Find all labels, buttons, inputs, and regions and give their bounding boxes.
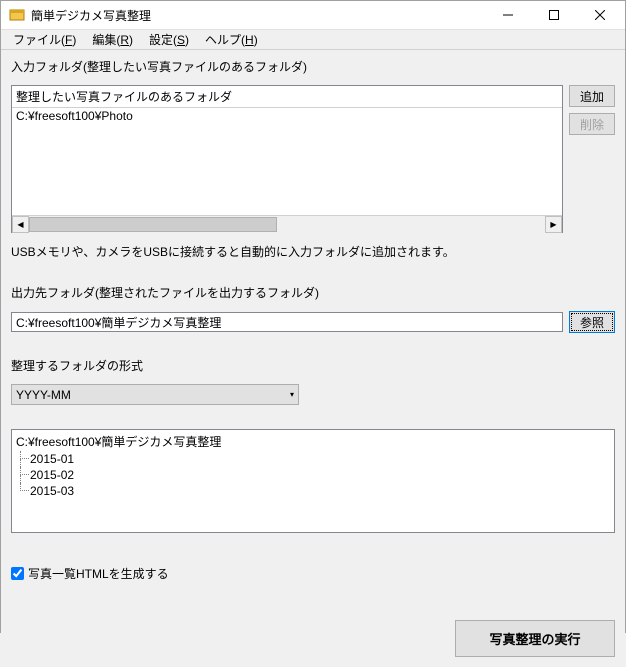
- format-combobox[interactable]: YYYY-MM ▾: [11, 384, 299, 405]
- input-folder-label: 入力フォルダ(整理したい写真ファイルのあるフォルダ): [11, 58, 615, 75]
- footer: 写真整理の実行: [11, 590, 615, 657]
- tree-child[interactable]: 2015-03: [16, 483, 610, 499]
- scroll-track[interactable]: [29, 216, 545, 233]
- scroll-right-icon[interactable]: ▶: [545, 216, 562, 233]
- app-icon: [9, 7, 25, 23]
- titlebar: 簡単デジカメ写真整理: [1, 1, 625, 30]
- generate-html-label: 写真一覧HTMLを生成する: [28, 565, 169, 582]
- generate-html-row: 写真一覧HTMLを生成する: [11, 565, 615, 582]
- menubar: ファイル(F) 編集(R) 設定(S) ヘルプ(H): [1, 30, 625, 50]
- tree-child[interactable]: 2015-01: [16, 451, 610, 467]
- close-button[interactable]: [577, 1, 623, 29]
- combo-selected: YYYY-MM: [16, 388, 290, 402]
- tree-root[interactable]: C:¥freesoft100¥簡単デジカメ写真整理: [16, 432, 610, 451]
- scroll-thumb[interactable]: [29, 217, 277, 232]
- app-window: 簡単デジカメ写真整理 ファイル(F) 編集(R) 設定(S) ヘルプ(H) 入力…: [0, 0, 626, 633]
- list-item[interactable]: C:¥freesoft100¥Photo: [12, 108, 562, 124]
- maximize-button[interactable]: [531, 1, 577, 29]
- format-label: 整理するフォルダの形式: [11, 357, 615, 374]
- minimize-button[interactable]: [485, 1, 531, 29]
- output-folder-label: 出力先フォルダ(整理されたファイルを出力するフォルダ): [11, 284, 615, 301]
- listbox-body: C:¥freesoft100¥Photo: [12, 108, 562, 215]
- menu-file[interactable]: ファイル(F): [5, 29, 84, 50]
- scroll-left-icon[interactable]: ◀: [12, 216, 29, 233]
- listbox-header: 整理したい写真ファイルのあるフォルダ: [12, 86, 562, 108]
- client-area: 入力フォルダ(整理したい写真ファイルのあるフォルダ) 整理したい写真ファイルのあ…: [1, 50, 625, 667]
- chevron-down-icon: ▾: [290, 390, 294, 399]
- input-hint: USBメモリや、カメラをUSBに接続すると自動的に入力フォルダに追加されます。: [11, 243, 615, 260]
- output-folder-row: 参照: [11, 311, 615, 333]
- add-button[interactable]: 追加: [569, 85, 615, 107]
- menu-help[interactable]: ヘルプ(H): [197, 29, 266, 50]
- menu-settings[interactable]: 設定(S): [141, 29, 197, 50]
- tree-child[interactable]: 2015-02: [16, 467, 610, 483]
- window-title: 簡単デジカメ写真整理: [31, 7, 485, 24]
- delete-button[interactable]: 削除: [569, 113, 615, 135]
- browse-button[interactable]: 参照: [569, 311, 615, 333]
- window-controls: [485, 1, 623, 29]
- menu-edit[interactable]: 編集(R): [84, 29, 141, 50]
- preview-treeview[interactable]: C:¥freesoft100¥簡単デジカメ写真整理 2015-01 2015-0…: [11, 429, 615, 533]
- input-side-buttons: 追加 削除: [569, 85, 615, 233]
- execute-button[interactable]: 写真整理の実行: [455, 620, 615, 657]
- input-folder-listbox[interactable]: 整理したい写真ファイルのあるフォルダ C:¥freesoft100¥Photo …: [11, 85, 563, 233]
- horizontal-scrollbar[interactable]: ◀ ▶: [12, 215, 562, 232]
- input-folder-section: 整理したい写真ファイルのあるフォルダ C:¥freesoft100¥Photo …: [11, 85, 615, 233]
- output-path-input[interactable]: [11, 312, 563, 332]
- generate-html-checkbox[interactable]: [11, 567, 24, 580]
